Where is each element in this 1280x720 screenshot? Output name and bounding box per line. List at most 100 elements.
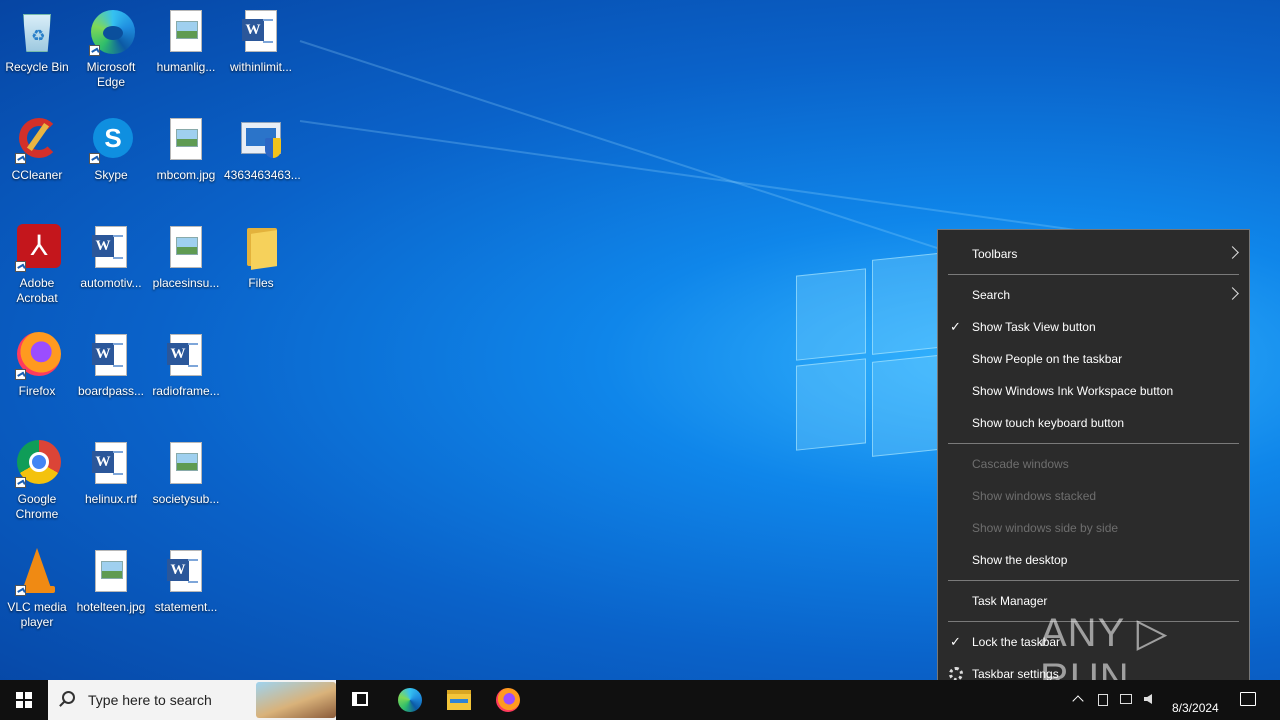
desktop-icon-recycle-bin[interactable]: ♻ Recycle Bin (0, 8, 74, 75)
word-document-icon: W (237, 8, 285, 56)
start-button[interactable] (0, 680, 48, 720)
menu-item-show-people[interactable]: Show People on the taskbar (938, 345, 1249, 373)
desktop-icon-files[interactable]: Files (224, 224, 298, 291)
menu-item-label: Show touch keyboard button (972, 416, 1125, 430)
firefox-icon (13, 332, 61, 380)
desktop-icon-adobe-acrobat[interactable]: ⅄ Adobe Acrobat (0, 224, 74, 306)
recycle-bin-icon: ♻ (13, 8, 61, 56)
menu-item-label: Show windows side by side (972, 521, 1119, 535)
chevron-right-icon (1226, 287, 1239, 300)
usb-device-icon[interactable] (1098, 694, 1108, 706)
chevron-right-icon (1226, 246, 1239, 259)
menu-item-label: Cascade windows (972, 457, 1069, 471)
desktop-icon-edge[interactable]: Microsoft Edge (74, 8, 148, 90)
firefox-icon (496, 688, 520, 712)
menu-item-label: Task Manager (972, 594, 1048, 608)
taskbar[interactable]: Type here to search 8/3/2024 (0, 680, 1280, 720)
menu-item-show-task-view[interactable]: ✓ Show Task View button (938, 313, 1249, 341)
desktop-icon-hotelteen[interactable]: hotelteen.jpg (74, 548, 148, 615)
menu-item-show-desktop[interactable]: Show the desktop (938, 546, 1249, 574)
menu-item-label: Show People on the taskbar (972, 352, 1123, 366)
checkmark-icon: ✓ (950, 634, 961, 649)
anyrun-watermark: ANY ▷ RUN (1040, 611, 1169, 700)
desktop-icon-firefox[interactable]: Firefox (0, 332, 74, 399)
image-file-icon (162, 8, 210, 56)
shortcut-arrow-icon (89, 153, 100, 164)
image-file-icon (162, 440, 210, 488)
desktop-icon-helinux[interactable]: W helinux.rtf (74, 440, 148, 507)
word-document-icon: W (87, 332, 135, 380)
installer-shield-icon (237, 116, 285, 164)
notification-icon[interactable] (1240, 692, 1256, 706)
menu-item-label: Show Task View button (972, 320, 1096, 334)
menu-item-label: Show the desktop (972, 553, 1068, 567)
volume-icon[interactable] (1144, 694, 1152, 704)
desktop-icon-vlc[interactable]: VLC media player (0, 548, 74, 630)
chrome-icon (13, 440, 61, 488)
image-file-icon (162, 116, 210, 164)
vlc-cone-icon (13, 548, 61, 596)
word-document-icon: W (87, 440, 135, 488)
taskbar-file-explorer-button[interactable] (435, 680, 483, 720)
edge-icon (87, 8, 135, 56)
gear-icon (949, 667, 963, 681)
desktop-icon-humanlig[interactable]: humanlig... (149, 8, 223, 75)
shortcut-arrow-icon (15, 261, 26, 272)
shortcut-arrow-icon (89, 45, 100, 56)
image-file-icon (87, 548, 135, 596)
desktop-icon-automotiv[interactable]: W automotiv... (74, 224, 148, 291)
desktop-icon-installer[interactable]: 4363463463... (224, 116, 301, 183)
menu-item-show-ink-workspace[interactable]: Show Windows Ink Workspace button (938, 377, 1249, 405)
menu-item-windows-stacked: Show windows stacked (938, 482, 1249, 510)
menu-item-label: Search (972, 288, 1011, 302)
menu-item-label: Show Windows Ink Workspace button (972, 384, 1174, 398)
desktop-icon-ccleaner[interactable]: CCleaner (0, 116, 74, 183)
desktop-icon-skype[interactable]: S Skype (74, 116, 148, 183)
menu-item-cascade-windows: Cascade windows (938, 450, 1249, 478)
menu-item-label: Show windows stacked (972, 489, 1097, 503)
search-icon-handle (59, 701, 65, 707)
task-view-icon (352, 692, 368, 706)
shortcut-arrow-icon (15, 153, 26, 164)
desktop-icon-statement[interactable]: W statement... (149, 548, 223, 615)
taskbar-firefox-button[interactable] (484, 680, 532, 720)
search-placeholder: Type here to search (88, 692, 212, 708)
system-tray: 8/3/2024 (1068, 680, 1280, 720)
network-icon[interactable] (1120, 694, 1132, 704)
windows-logo-wallpaper (796, 250, 946, 465)
desktop-icon-placesinsu[interactable]: placesinsu... (149, 224, 223, 291)
desktop-icon-google-chrome[interactable]: Google Chrome (0, 440, 74, 522)
shortcut-arrow-icon (15, 369, 26, 380)
desktop-icon-mbcom[interactable]: mbcom.jpg (149, 116, 223, 183)
taskbar-edge-button[interactable] (386, 680, 434, 720)
edge-icon (398, 688, 422, 712)
task-view-button[interactable] (336, 680, 384, 720)
clock-date[interactable]: 8/3/2024 (1172, 701, 1219, 715)
menu-separator (948, 580, 1239, 581)
desktop-icon-boardpass[interactable]: W boardpass... (74, 332, 148, 399)
desktop-icon-societysub[interactable]: societysub... (149, 440, 223, 507)
search-highlight-image (256, 682, 336, 718)
menu-item-windows-side-by-side: Show windows side by side (938, 514, 1249, 542)
folder-icon-stripe (450, 699, 468, 703)
menu-item-show-touch-keyboard[interactable]: Show touch keyboard button (938, 409, 1249, 437)
shortcut-arrow-icon (15, 585, 26, 596)
windows-logo-icon (16, 692, 32, 708)
image-file-icon (162, 224, 210, 272)
menu-separator (948, 443, 1239, 444)
acrobat-icon: ⅄ (13, 224, 61, 272)
ccleaner-icon (13, 116, 61, 164)
menu-item-search[interactable]: Search (938, 281, 1249, 309)
menu-item-toolbars[interactable]: Toolbars (938, 240, 1249, 268)
checkmark-icon: ✓ (950, 319, 961, 334)
folder-icon (237, 224, 285, 272)
desktop-icon-withinlimit[interactable]: W withinlimit... (224, 8, 298, 75)
chevron-up-icon[interactable] (1072, 695, 1084, 707)
shortcut-arrow-icon (15, 477, 26, 488)
word-document-icon: W (162, 548, 210, 596)
menu-separator (948, 274, 1239, 275)
desktop-icon-radioframe[interactable]: W radioframe... (149, 332, 223, 399)
word-document-icon: W (162, 332, 210, 380)
taskbar-search-box[interactable]: Type here to search (48, 680, 336, 720)
menu-item-label: Toolbars (972, 247, 1018, 261)
